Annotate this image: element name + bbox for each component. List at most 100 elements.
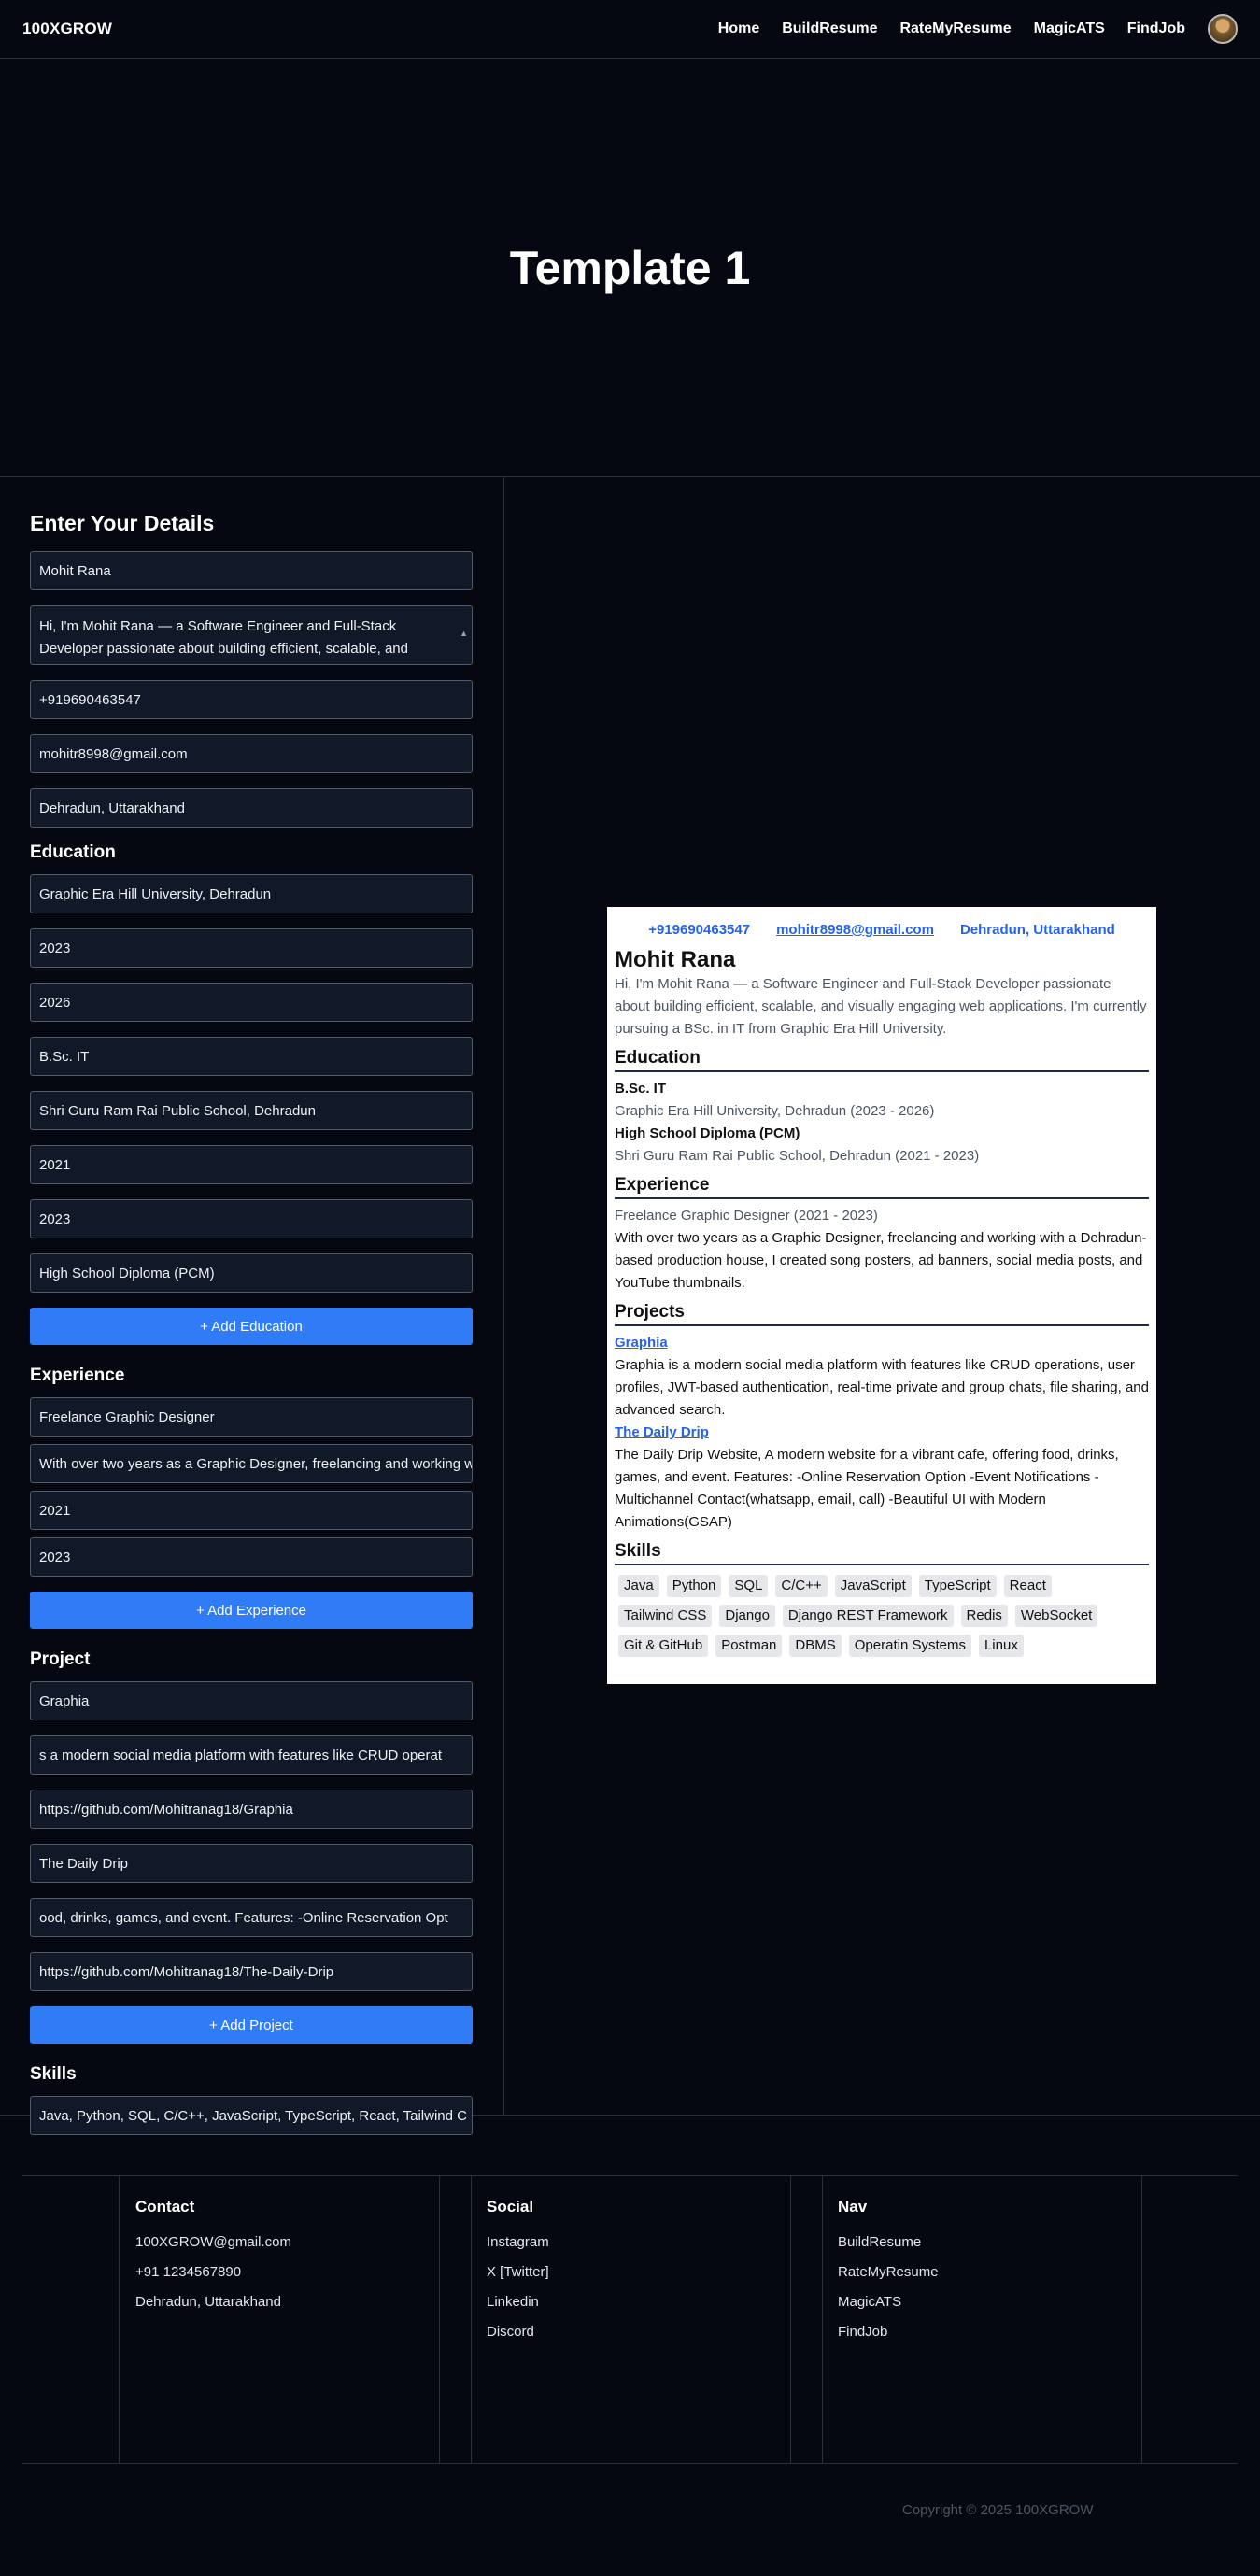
footer-social-instagram[interactable]: Instagram [487, 2228, 549, 2258]
hero-section: Template 1 [0, 59, 1260, 477]
project-name-input[interactable]: Graphia [30, 1681, 473, 1720]
brand-logo[interactable]: 100XGROW [22, 20, 112, 38]
project-link-input[interactable]: https://github.com/Mohitranag18/The-Dail… [30, 1952, 473, 1991]
email-input[interactable]: mohitr8998@gmail.com [30, 734, 473, 773]
footer-nav-column: Nav BuildResume RateMyResume MagicATS Fi… [838, 2198, 939, 2347]
footer-nav-build-resume[interactable]: BuildResume [838, 2228, 939, 2258]
skill-chip: DBMS [789, 1635, 842, 1657]
resume-location: Dehradun, Uttarakhand [959, 922, 1115, 938]
skill-chip: Git & GitHub [618, 1635, 709, 1657]
skill-chip: WebSocket [1014, 1605, 1098, 1627]
footer-divider [439, 2175, 440, 2463]
footer-nav-find-job[interactable]: FindJob [838, 2317, 939, 2347]
nav-magic-ats[interactable]: MagicATS [1034, 21, 1105, 37]
experience-heading: Experience [30, 1366, 125, 1385]
builder-section: Enter Your Details Mohit Rana Hi, I'm Mo… [0, 477, 1260, 2135]
name-input[interactable]: Mohit Rana [30, 551, 473, 590]
experience-end-input[interactable]: 2023 [30, 1537, 473, 1577]
textarea-scroll-arrows-icon[interactable]: ▲ [460, 610, 468, 657]
resume-education-detail: Graphic Era Hill University, Dehradun (2… [615, 1103, 935, 1119]
experience-description-input[interactable]: With over two years as a Graphic Designe… [30, 1444, 473, 1483]
nav-find-job[interactable]: FindJob [1127, 21, 1185, 37]
add-experience-button[interactable]: + Add Experience [30, 1592, 473, 1629]
resume-preview-panel: +919690463547 mohitr8998@gmail.com Dehra… [504, 477, 1260, 2115]
footer-nav-magic-ats[interactable]: MagicATS [838, 2287, 939, 2317]
footer-divider [822, 2175, 823, 2463]
resume-experience-heading: Experience [615, 1173, 1149, 1199]
nav-home[interactable]: Home [718, 21, 759, 37]
top-navbar: 100XGROW Home BuildResume RateMyResume M… [0, 0, 1260, 59]
nav-rate-my-resume[interactable]: RateMyResume [899, 21, 1011, 37]
skill-chip: Operatin Systems [848, 1635, 971, 1657]
footer-social-discord[interactable]: Discord [487, 2317, 549, 2347]
footer-divider [1141, 2175, 1142, 2463]
resume-contact-row: +919690463547 mohitr8998@gmail.com Dehra… [615, 922, 1149, 938]
education-start-input[interactable]: 2021 [30, 1145, 473, 1184]
resume-phone: +919690463547 [648, 922, 751, 938]
project-name-input[interactable]: The Daily Drip [30, 1844, 473, 1883]
experience-role-input[interactable]: Freelance Graphic Designer [30, 1397, 473, 1437]
project-description-input[interactable]: s a modern social media platform with fe… [30, 1735, 473, 1775]
resume-project-description: The Daily Drip Website, A modern website… [615, 1447, 1119, 1530]
footer-social-twitter[interactable]: X [Twitter] [487, 2258, 549, 2287]
education-degree-input[interactable]: High School Diploma (PCM) [30, 1253, 473, 1293]
resume-project-link[interactable]: The Daily Drip [615, 1422, 1149, 1444]
footer-divider [790, 2175, 791, 2463]
user-avatar[interactable] [1208, 14, 1238, 44]
experience-start-input[interactable]: 2021 [30, 1491, 473, 1530]
details-form: Enter Your Details Mohit Rana Hi, I'm Mo… [0, 477, 504, 2135]
add-education-button[interactable]: + Add Education [30, 1308, 473, 1345]
resume-project-link[interactable]: Graphia [615, 1332, 1149, 1354]
resume-name: Mohit Rana [615, 947, 736, 972]
skill-chip: C/C++ [775, 1575, 828, 1597]
footer-social-column: Social Instagram X [Twitter] Linkedin Di… [487, 2198, 549, 2347]
resume-education-degree: B.Sc. IT [615, 1081, 667, 1097]
resume-education-degree: High School Diploma (PCM) [615, 1125, 800, 1141]
summary-textarea[interactable]: Hi, I'm Mohit Rana — a Software Engineer… [30, 605, 473, 665]
footer-contact-column: Contact 100XGROW@gmail.com +91 123456789… [135, 2198, 291, 2317]
form-title: Enter Your Details [30, 511, 215, 535]
skill-chip: SQL [729, 1575, 769, 1597]
skill-chip: Tailwind CSS [618, 1605, 713, 1627]
footer-contact-phone[interactable]: +91 1234567890 [135, 2258, 291, 2287]
skill-chip: Redis [960, 1605, 1008, 1627]
footer-divider [471, 2175, 472, 2463]
site-footer: Contact 100XGROW@gmail.com +91 123456789… [0, 2116, 1260, 2575]
skill-chip: Python [666, 1575, 722, 1597]
footer-nav-rate-my-resume[interactable]: RateMyResume [838, 2258, 939, 2287]
footer-social-linkedin[interactable]: Linkedin [487, 2287, 549, 2317]
footer-social-title: Social [487, 2198, 534, 2215]
education-institution-input[interactable]: Shri Guru Ram Rai Public School, Dehradu… [30, 1091, 473, 1130]
resume-project-description: Graphia is a modern social media platfor… [615, 1357, 1149, 1418]
resume-skills-list: Java Python SQL C/C++ JavaScript TypeScr… [615, 1571, 1149, 1657]
nav-build-resume[interactable]: BuildResume [782, 21, 877, 37]
resume-education-heading: Education [615, 1046, 1149, 1072]
location-input[interactable]: Dehradun, Uttarakhand [30, 788, 473, 828]
project-description-input[interactable]: ood, drinks, games, and event. Features:… [30, 1898, 473, 1937]
footer-contact-location: Dehradun, Uttarakhand [135, 2294, 281, 2310]
add-project-button[interactable]: + Add Project [30, 2006, 473, 2044]
skill-chip: React [1003, 1575, 1052, 1597]
resume-projects-heading: Projects [615, 1300, 1149, 1326]
education-end-input[interactable]: 2026 [30, 983, 473, 1022]
resume-education-detail: Shri Guru Ram Rai Public School, Dehradu… [615, 1148, 980, 1164]
education-end-input[interactable]: 2023 [30, 1199, 473, 1238]
resume-summary: Hi, I'm Mohit Rana — a Software Engineer… [615, 976, 1147, 1037]
education-institution-input[interactable]: Graphic Era Hill University, Dehradun [30, 874, 473, 913]
footer-contact-title: Contact [135, 2198, 195, 2215]
skill-chip: Postman [715, 1635, 783, 1657]
template-title: Template 1 [509, 241, 751, 294]
skill-chip: TypeScript [918, 1575, 997, 1597]
education-degree-input[interactable]: B.Sc. IT [30, 1037, 473, 1076]
education-heading: Education [30, 842, 116, 862]
resume-email-link[interactable]: mohitr8998@gmail.com [776, 922, 934, 938]
phone-input[interactable]: +919690463547 [30, 680, 473, 719]
footer-nav-title: Nav [838, 2198, 868, 2215]
resume-experience-description: With over two years as a Graphic Designe… [615, 1230, 1147, 1291]
project-link-input[interactable]: https://github.com/Mohitranag18/Graphia [30, 1790, 473, 1829]
footer-contact-email[interactable]: 100XGROW@gmail.com [135, 2228, 291, 2258]
skill-chip: JavaScript [834, 1575, 912, 1597]
footer-divider [22, 2463, 1238, 2464]
copyright-text: Copyright © 2025 100XGROW [902, 2502, 1094, 2518]
education-start-input[interactable]: 2023 [30, 928, 473, 968]
